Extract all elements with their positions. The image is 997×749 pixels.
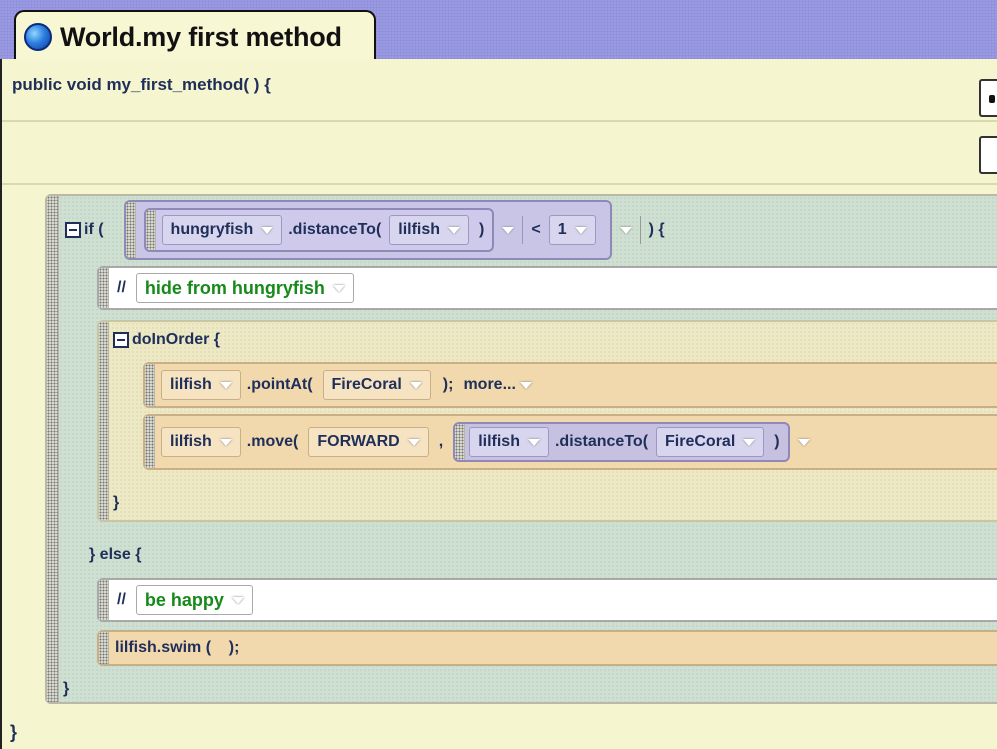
if-keyword: if ( <box>84 221 104 238</box>
dropdown-arrow-icon <box>409 381 422 389</box>
distance-call[interactable]: hungryfish .distanceTo( lilfish ) <box>143 208 495 252</box>
create-variable-button[interactable] <box>979 136 997 174</box>
drag-handle[interactable] <box>145 364 155 406</box>
dropdown-arrow-icon <box>219 381 232 389</box>
direction-dropdown[interactable]: FORWARD <box>308 427 429 457</box>
divider <box>522 216 524 244</box>
dropdown-arrow-icon <box>448 226 461 234</box>
more-button[interactable]: more... <box>463 376 515 394</box>
else-keyword: } else { <box>89 546 142 563</box>
dropdown-arrow-icon[interactable] <box>797 438 810 446</box>
collapse-icon[interactable] <box>65 222 81 238</box>
method-tab-title: World.my first method <box>60 21 342 52</box>
subject-dropdown[interactable]: lilfish <box>469 427 549 457</box>
collapse-icon[interactable] <box>113 332 129 348</box>
condition-expression[interactable]: hungryfish .distanceTo( lilfish ) < 1 <box>123 200 612 260</box>
globe-icon <box>24 23 52 51</box>
dropdown-arrow-icon <box>574 226 587 234</box>
if-closing-brace: } <box>63 680 70 697</box>
divider <box>2 183 997 185</box>
drag-handle[interactable] <box>99 632 109 664</box>
method-name: .pointAt( <box>246 376 313 393</box>
drag-handle[interactable] <box>455 424 466 460</box>
move-statement[interactable]: lilfish .move( FORWARD , lilfish .distan… <box>143 414 997 470</box>
dropdown-arrow-icon <box>407 438 420 446</box>
drag-handle[interactable] <box>47 196 59 702</box>
method-tab[interactable]: World.my first method <box>14 10 376 62</box>
dropdown-arrow-icon <box>743 438 756 446</box>
distance-call[interactable]: lilfish .distanceTo( FireCoral ) <box>453 422 790 462</box>
close-paren: ) <box>479 221 485 238</box>
arg-dropdown[interactable]: lilfish <box>389 215 470 245</box>
dropdown-arrow-icon[interactable] <box>502 226 515 234</box>
function-name: .distanceTo( <box>554 433 649 450</box>
swim-call: lilfish.swim ( ); <box>115 639 240 656</box>
if-open-brace: ) { <box>648 221 665 238</box>
comment-block[interactable]: // be happy <box>97 578 997 622</box>
method-name: .move( <box>246 433 299 450</box>
drag-handle[interactable] <box>125 202 136 258</box>
tab-strip: World.my first method <box>0 0 997 62</box>
method-closing-brace: } <box>10 722 18 742</box>
dropdown-arrow-icon <box>231 596 244 604</box>
comment-block[interactable]: // hide from hungryfish <box>97 266 997 310</box>
comment-text[interactable]: be happy <box>135 585 253 615</box>
target-dropdown[interactable]: FireCoral <box>322 370 431 400</box>
dropdown-arrow-icon <box>261 226 274 234</box>
value-dropdown[interactable]: 1 <box>548 215 596 245</box>
operator: < <box>531 221 541 238</box>
divider <box>639 216 641 244</box>
drag-handle[interactable] <box>145 210 156 250</box>
dropdown-arrow-icon[interactable] <box>519 381 532 389</box>
do-in-order-closing-brace: } <box>113 494 120 511</box>
drag-handle[interactable] <box>99 580 109 620</box>
close-paren: ); <box>442 376 454 393</box>
create-parameter-button[interactable] <box>979 79 997 117</box>
method-editor: public void my_first_method( ) { if ( hu… <box>0 59 997 749</box>
subject-dropdown[interactable]: lilfish <box>161 370 241 400</box>
dropdown-arrow-icon <box>219 438 232 446</box>
arg-dropdown[interactable]: FireCoral <box>656 427 765 457</box>
if-header: if ( hungryfish .distanceTo( lilfish ) <… <box>65 196 665 264</box>
swim-statement[interactable]: lilfish.swim ( ); <box>97 630 997 666</box>
dropdown-arrow-icon <box>527 438 540 446</box>
if-else-block[interactable]: if ( hungryfish .distanceTo( lilfish ) <… <box>45 194 997 704</box>
drag-handle[interactable] <box>99 268 109 308</box>
drag-handle[interactable] <box>99 322 109 520</box>
subject-dropdown[interactable]: hungryfish <box>161 215 283 245</box>
point-at-statement[interactable]: lilfish .pointAt( FireCoral ); more... <box>143 362 997 408</box>
method-signature: public void my_first_method( ) { <box>12 75 271 94</box>
subject-dropdown[interactable]: lilfish <box>161 427 241 457</box>
function-name: .distanceTo( <box>288 221 382 238</box>
comma: , <box>438 433 444 450</box>
divider <box>2 120 997 122</box>
comment-text[interactable]: hide from hungryfish <box>135 273 354 303</box>
do-in-order-block[interactable]: doInOrder { lilfish .pointAt( FireCoral … <box>97 320 997 522</box>
dropdown-arrow-icon <box>332 284 345 292</box>
dropdown-arrow-icon[interactable] <box>619 226 632 234</box>
do-in-order-label: doInOrder { <box>132 331 221 348</box>
close-paren: ) <box>774 433 780 450</box>
drag-handle[interactable] <box>145 416 155 468</box>
